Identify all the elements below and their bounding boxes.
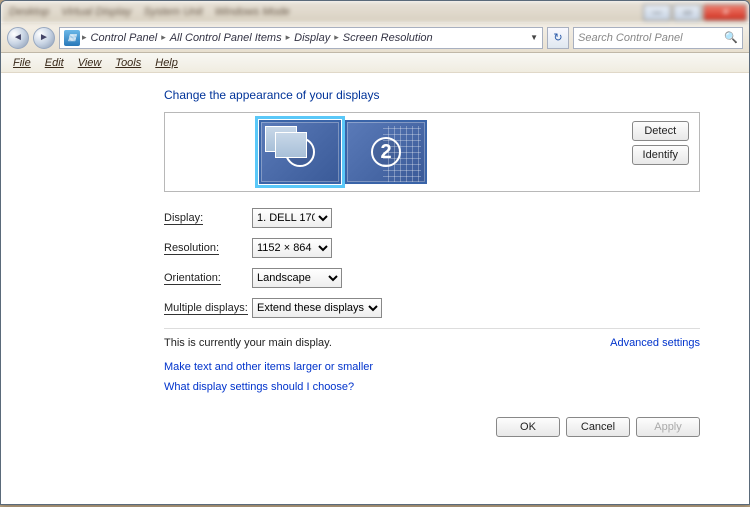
crumb-all-items[interactable]: All Control Panel Items: [168, 32, 284, 44]
chevron-right-icon: ▸: [334, 32, 339, 43]
maximize-button[interactable]: ▭: [673, 4, 701, 21]
search-placeholder: Search Control Panel: [578, 32, 683, 44]
search-input[interactable]: Search Control Panel 🔍: [573, 27, 743, 49]
apply-button[interactable]: Apply: [636, 417, 700, 437]
crumb-control-panel[interactable]: Control Panel: [89, 32, 160, 44]
titlebar-item: Windows Mode: [215, 6, 290, 18]
refresh-button[interactable]: ↻: [547, 27, 569, 49]
titlebar: Desktop Virtual Display System Unit Wind…: [1, 1, 749, 23]
display-select[interactable]: 1. DELL 1703FP: [252, 208, 332, 228]
monitor-thumbnail-icon: [275, 132, 307, 158]
help-link[interactable]: What display settings should I choose?: [164, 381, 700, 393]
menu-edit[interactable]: Edit: [39, 56, 70, 70]
crumb-display[interactable]: Display: [292, 32, 332, 44]
detect-button[interactable]: Detect: [632, 121, 689, 141]
resolution-select[interactable]: 1152 × 864: [252, 238, 332, 258]
control-panel-icon: ▦: [64, 30, 80, 46]
resolution-label: Resolution:: [164, 242, 252, 255]
chevron-right-icon: ▸: [286, 32, 291, 43]
multiple-displays-select[interactable]: Extend these displays: [252, 298, 382, 318]
titlebar-item: Virtual Display: [61, 6, 131, 18]
address-bar[interactable]: ▦ ▸ Control Panel ▸ All Control Panel It…: [59, 27, 543, 49]
menu-tools[interactable]: Tools: [109, 56, 147, 70]
display-preview-box: 1 2 Detect Identify: [164, 112, 700, 192]
close-button[interactable]: ✕: [703, 4, 747, 21]
content: Change the appearance of your displays 1…: [2, 74, 748, 503]
cancel-button[interactable]: Cancel: [566, 417, 630, 437]
divider: [164, 328, 700, 329]
monitor-grid-icon: [383, 126, 421, 182]
menubar: File Edit View Tools Help: [1, 53, 749, 73]
advanced-settings-link[interactable]: Advanced settings: [610, 337, 700, 349]
text-size-link[interactable]: Make text and other items larger or smal…: [164, 361, 700, 373]
page-title: Change the appearance of your displays: [164, 88, 700, 102]
window: Desktop Virtual Display System Unit Wind…: [0, 0, 750, 505]
chevron-right-icon: ▸: [82, 32, 87, 43]
menu-file[interactable]: File: [7, 56, 37, 70]
main-display-message: This is currently your main display.: [164, 337, 332, 349]
menu-view[interactable]: View: [72, 56, 108, 70]
menu-help[interactable]: Help: [149, 56, 184, 70]
forward-button[interactable]: ►: [33, 27, 55, 49]
search-icon: 🔍: [724, 31, 738, 44]
monitor-2[interactable]: 2: [345, 120, 427, 184]
identify-button[interactable]: Identify: [632, 145, 689, 165]
chevron-right-icon: ▸: [161, 32, 166, 43]
orientation-label: Orientation:: [164, 272, 252, 285]
titlebar-item: System Unit: [143, 6, 202, 18]
back-button[interactable]: ◄: [7, 27, 29, 49]
orientation-select[interactable]: Landscape: [252, 268, 342, 288]
monitor-1[interactable]: 1: [259, 120, 341, 184]
navbar: ◄ ► ▦ ▸ Control Panel ▸ All Control Pane…: [1, 23, 749, 53]
multiple-displays-label: Multiple displays:: [164, 302, 252, 315]
ok-button[interactable]: OK: [496, 417, 560, 437]
minimize-button[interactable]: —: [643, 4, 671, 21]
address-dropdown-icon[interactable]: ▼: [530, 33, 538, 42]
crumb-screen-resolution[interactable]: Screen Resolution: [341, 32, 435, 44]
display-label: Display:: [164, 212, 252, 225]
titlebar-item: Desktop: [9, 6, 49, 18]
